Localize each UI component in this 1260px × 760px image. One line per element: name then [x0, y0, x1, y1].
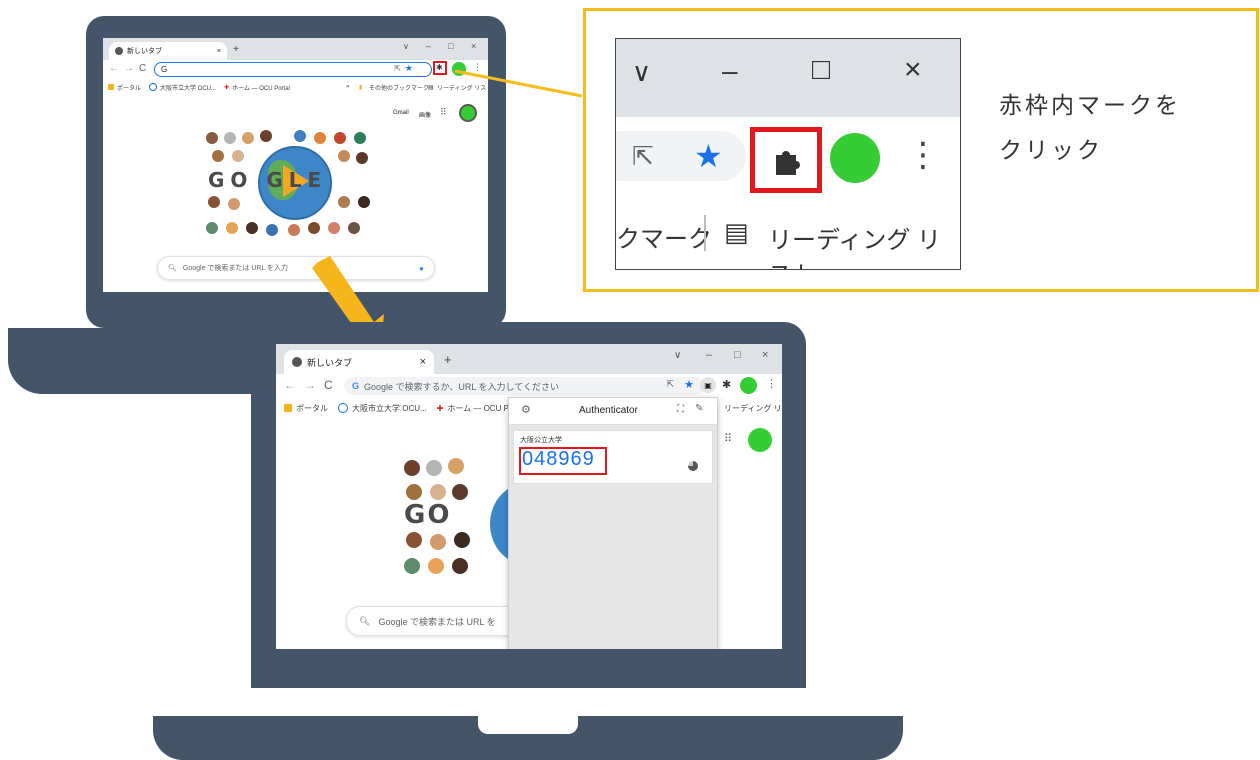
tab-strip: 新しいタブ × + ∨ – □ ×	[276, 344, 782, 374]
google-account-avatar[interactable]	[748, 428, 772, 452]
face	[404, 460, 420, 476]
ocu-portal-favicon: ✚	[436, 403, 444, 413]
puzzle-icon[interactable]	[770, 145, 802, 177]
face	[406, 484, 422, 500]
timer-pie-icon	[688, 461, 698, 471]
omnibox[interactable]: G Google で検索するか、URL を入力してください ⇱ ★	[344, 377, 704, 395]
star-icon[interactable]: ★	[684, 378, 694, 391]
browser-toolbar: ← → C G Google で検索するか、URL を入力してください ⇱ ★ …	[276, 374, 782, 398]
back-arrow-icon[interactable]: ←	[284, 378, 296, 392]
zoomed-close-button[interactable]: ×	[904, 53, 922, 87]
popup-header: ⚙ Authenticator ⛶ ✎	[509, 398, 717, 425]
zoomed-profile-avatar[interactable]	[830, 133, 880, 183]
bookmark-reading-list[interactable]: リーディング リスト	[724, 403, 782, 414]
face	[430, 484, 446, 500]
maximize-button[interactable]: □	[734, 349, 741, 361]
zoomed-share-icon[interactable]: ⇱	[632, 141, 654, 172]
face	[426, 460, 442, 476]
account-name: 大阪公立大学	[520, 437, 562, 444]
face	[452, 484, 468, 500]
tab-search-button[interactable]: ∨	[674, 350, 681, 361]
zoomed-tab-search-button[interactable]: ∨	[632, 57, 651, 88]
zoomed-bookmark-fragment: クマーク	[616, 226, 712, 253]
face	[404, 558, 420, 574]
otp-code[interactable]: 048969	[522, 448, 595, 471]
instruction-text: 赤枠内マークを クリック	[999, 83, 1181, 173]
close-window-button[interactable]: ×	[762, 349, 768, 361]
new-tab-button[interactable]: +	[444, 352, 452, 367]
zoomed-reading-list[interactable]: リーディング リスト	[768, 220, 960, 269]
search-placeholder: Google で検索または URL を	[378, 616, 496, 627]
doodle-text: GO	[404, 500, 452, 530]
zoomed-divider	[704, 215, 706, 251]
zoomed-tab-strip: ∨ – □ ×	[616, 39, 960, 117]
scan-qr-icon[interactable]: ⛶	[677, 404, 684, 415]
face	[448, 458, 464, 474]
bookmark-portal[interactable]: ポータル	[296, 403, 328, 414]
bottom-browser-screen: 新しいタブ × + ∨ – □ × ← → C G Google で検索するか、…	[276, 344, 782, 649]
zoom-callout: ∨ – □ × ⇱ ★ ⋮ クマーク ▤ リーディング リスト 赤枠内マークを …	[583, 8, 1259, 292]
zoomed-maximize-button[interactable]: □	[812, 53, 830, 87]
face	[452, 558, 468, 574]
zoomed-toolbar-screenshot: ∨ – □ × ⇱ ★ ⋮ クマーク ▤ リーディング リスト	[615, 38, 961, 270]
face	[430, 534, 446, 550]
instruction-line-1: 赤枠内マークを	[999, 92, 1181, 118]
ocu-favicon	[338, 403, 348, 413]
forward-arrow-icon[interactable]: →	[304, 378, 316, 392]
instruction-line-2: クリック	[999, 137, 1103, 163]
face	[454, 532, 470, 548]
share-icon[interactable]: ⇱	[666, 379, 674, 390]
kebab-menu-icon[interactable]: ⋮	[766, 377, 777, 390]
zoomed-kebab-menu-icon[interactable]: ⋮	[906, 135, 940, 175]
gear-icon[interactable]: ⚙	[521, 403, 531, 416]
google-g-icon: G	[352, 381, 360, 391]
laptop-notch	[478, 716, 578, 734]
tab-title: 新しいタブ	[307, 357, 353, 368]
apps-grid-icon[interactable]: ⠿	[724, 432, 732, 445]
search-icon: 🔍︎	[359, 615, 371, 626]
profile-avatar[interactable]	[740, 377, 757, 394]
zoomed-minimize-button[interactable]: –	[722, 55, 738, 87]
omnibox-text: Google で検索するか、URL を入力してください	[364, 381, 559, 392]
reload-icon[interactable]: C	[324, 378, 333, 392]
account-entry[interactable]: 大阪公立大学 048969	[513, 430, 713, 484]
google-doodle[interactable]: GO	[402, 454, 560, 584]
chrome-icon	[292, 357, 302, 367]
minimize-button[interactable]: –	[706, 349, 712, 361]
tab-close-icon[interactable]: ×	[420, 356, 426, 368]
connector-line	[454, 69, 583, 98]
zoomed-star-icon[interactable]: ★	[694, 137, 723, 175]
portal-favicon	[284, 404, 292, 412]
face	[428, 558, 444, 574]
authenticator-popup: ⚙ Authenticator ⛶ ✎ 大阪公立大学 048969	[508, 397, 718, 649]
bookmark-ocu[interactable]: 大阪市立大学 OCU...	[352, 403, 427, 414]
face	[406, 532, 422, 548]
zoomed-reading-list-icon: ▤	[724, 217, 749, 247]
popup-title: Authenticator	[579, 405, 638, 416]
scan-qr-icon[interactable]: ▣	[700, 377, 716, 393]
tab-new-tab[interactable]: 新しいタブ ×	[284, 350, 434, 374]
pencil-icon[interactable]: ✎	[695, 403, 703, 414]
puzzle-icon[interactable]: ✱	[722, 378, 731, 391]
